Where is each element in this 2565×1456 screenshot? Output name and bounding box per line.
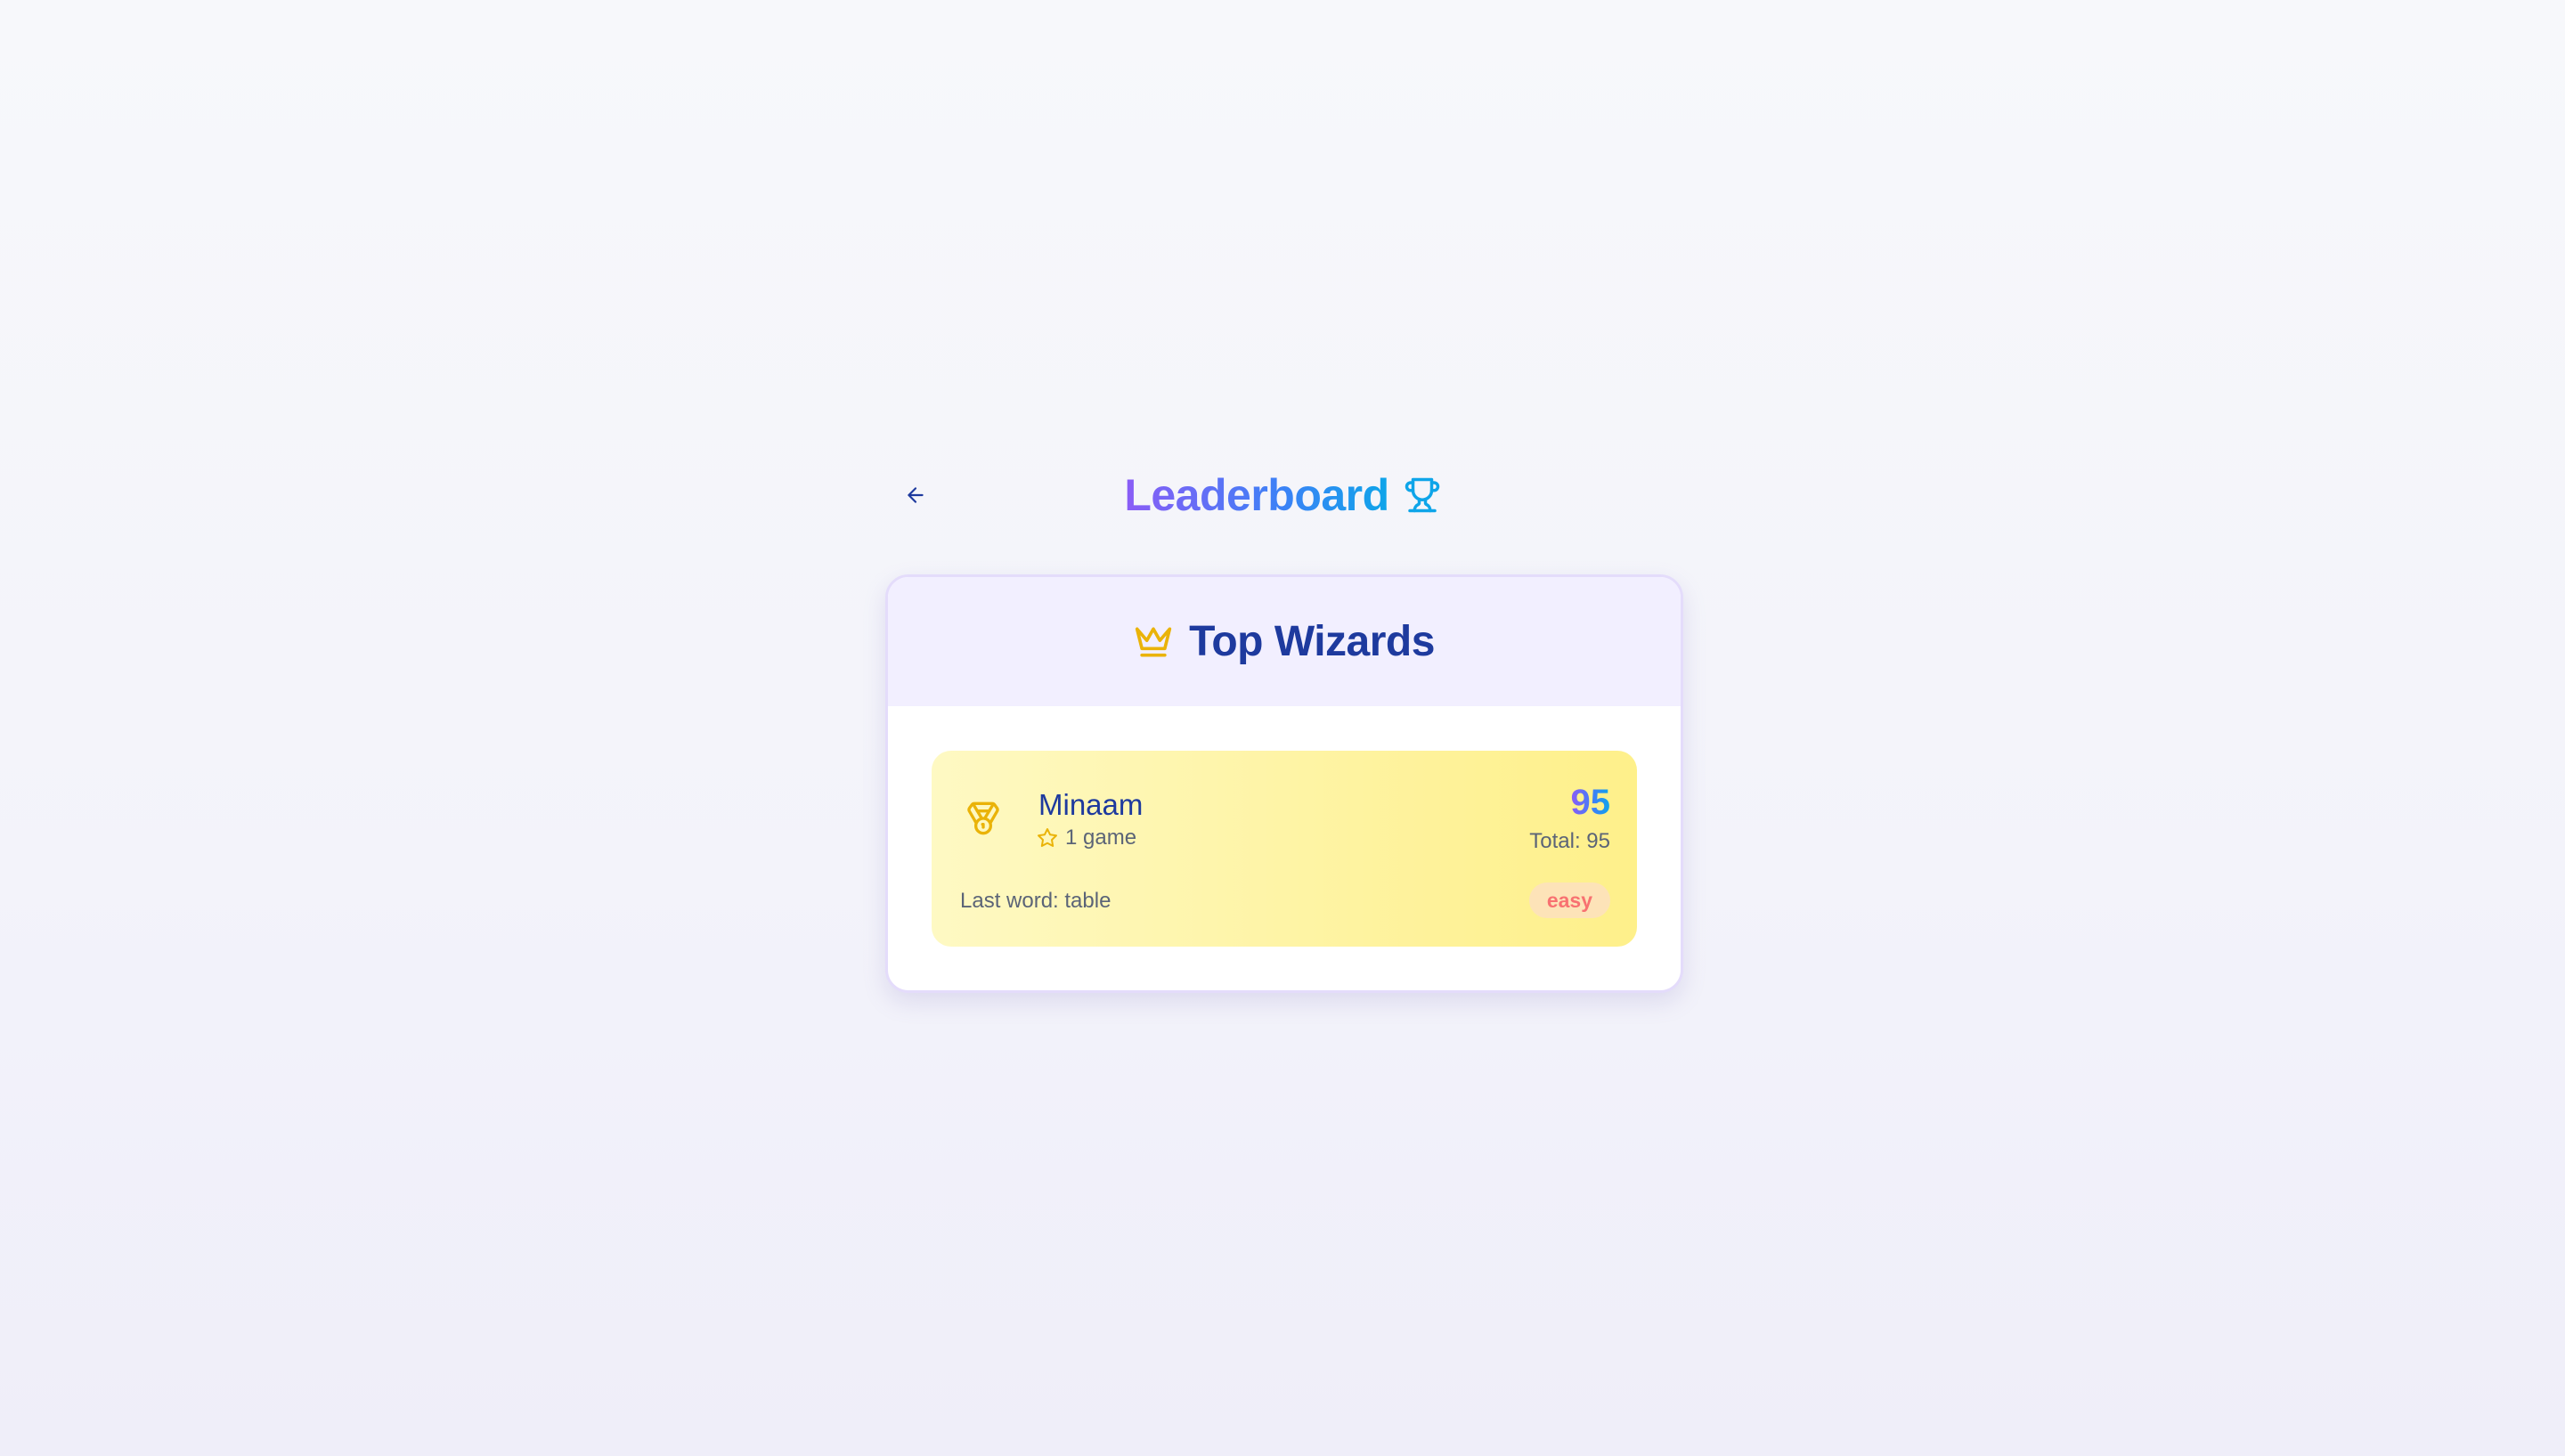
medal-icon [967, 801, 999, 835]
games-count: 1 game [1037, 826, 1136, 850]
total-score: Total: 95 [1529, 829, 1610, 853]
card-title: Top Wizards [1189, 618, 1435, 665]
page-header: Leaderboard [885, 463, 1680, 527]
games-label: 1 game [1065, 826, 1137, 850]
page-title: Leaderboard [1124, 470, 1389, 520]
last-word: Last word: table [960, 889, 1112, 913]
player-name: Minaam [1038, 788, 1144, 821]
card-header: Top Wizards [888, 577, 1681, 706]
crown-icon [1135, 627, 1172, 656]
leaderboard-card: Top Wizards Minaam 1 game 95 Total: 95 L… [885, 574, 1683, 993]
trophy-icon [1405, 477, 1439, 513]
title-group: Leaderboard [885, 463, 1680, 527]
score-value: 95 [1570, 783, 1611, 822]
difficulty-badge: easy [1528, 883, 1610, 918]
star-icon [1038, 828, 1057, 848]
leaderboard-entry[interactable]: Minaam 1 game 95 Total: 95 Last word: ta… [932, 751, 1637, 947]
